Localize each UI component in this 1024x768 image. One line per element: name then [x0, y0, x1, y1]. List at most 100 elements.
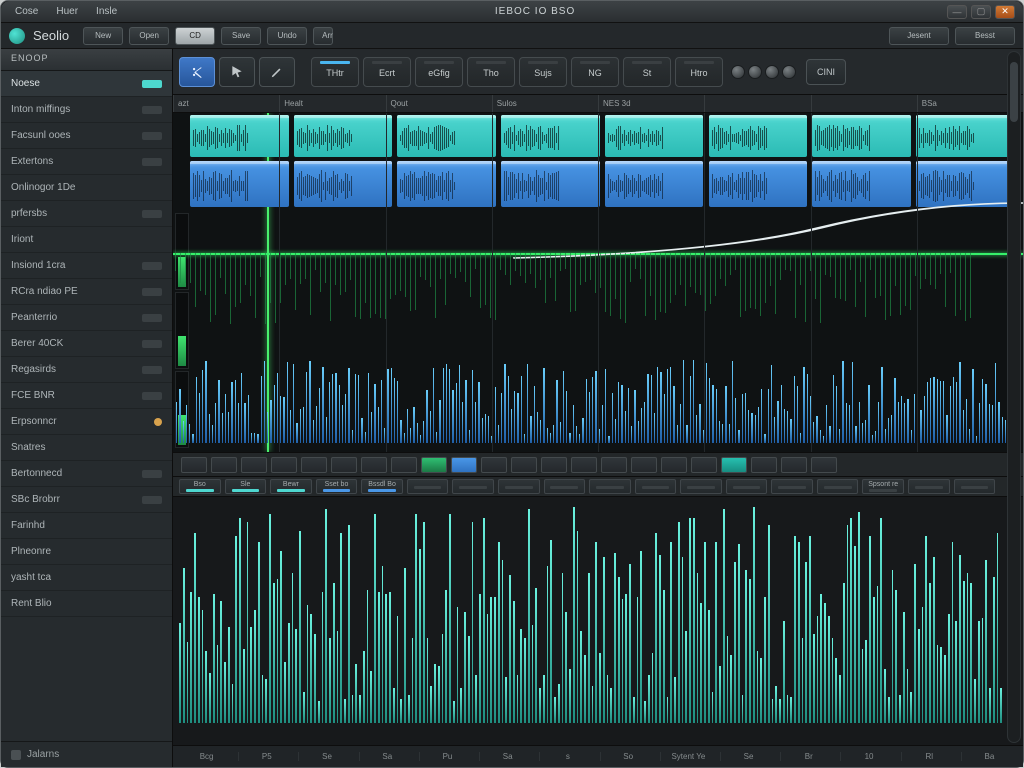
sidebar-item[interactable]: yasht tca — [1, 565, 172, 591]
transport-button[interactable] — [361, 457, 387, 473]
arrangement-view[interactable] — [173, 113, 1023, 453]
transport-button[interactable] — [181, 457, 207, 473]
transport-button[interactable] — [661, 457, 687, 473]
tool-cut-button[interactable] — [179, 57, 215, 87]
mixer-footer-cell[interactable]: Bcg — [179, 752, 234, 761]
transport-button[interactable] — [631, 457, 657, 473]
transport-button[interactable] — [601, 457, 627, 473]
mixer-channel-header[interactable]: Bso — [179, 479, 221, 494]
sidebar-item[interactable]: FCE BNR — [1, 383, 172, 409]
knob[interactable] — [748, 65, 762, 79]
tool-draw-button[interactable] — [259, 57, 295, 87]
knob[interactable] — [731, 65, 745, 79]
transport-button[interactable] — [721, 457, 747, 473]
mixer-channel-header[interactable] — [771, 479, 813, 494]
mixer-channel-header[interactable] — [908, 479, 950, 494]
mixer-footer-cell[interactable]: Pu — [419, 752, 475, 761]
transport-button[interactable] — [571, 457, 597, 473]
mixer-footer-cell[interactable]: Ba — [961, 752, 1017, 761]
view-tab[interactable]: THtr — [311, 57, 359, 87]
transport-button[interactable] — [781, 457, 807, 473]
sidebar-item[interactable]: Peanterrio — [1, 305, 172, 331]
mixer-channel-header[interactable]: Spsont re — [862, 479, 904, 494]
mixer-footer-cell[interactable]: P5 — [238, 752, 294, 761]
view-tab[interactable]: Ecrt — [363, 57, 411, 87]
knob[interactable] — [765, 65, 779, 79]
transport-button[interactable] — [241, 457, 267, 473]
sidebar-item[interactable]: RCra ndiao PE — [1, 279, 172, 305]
knob[interactable] — [782, 65, 796, 79]
sidebar-item[interactable]: Rent Blio — [1, 591, 172, 617]
sidebar-item[interactable]: prfersbs — [1, 201, 172, 227]
tool-open-button[interactable]: Open — [129, 27, 169, 45]
sidebar-item[interactable]: Snatres — [1, 435, 172, 461]
vertical-scrollbar[interactable] — [1007, 51, 1021, 743]
transport-button[interactable] — [511, 457, 537, 473]
mixer-channel-header[interactable] — [954, 479, 996, 494]
mixer-footer-cell[interactable]: s — [539, 752, 595, 761]
tool-mode-button[interactable]: CD — [175, 27, 215, 45]
sidebar-item[interactable]: SBc Brobrr — [1, 487, 172, 513]
mixer-footer-cell[interactable]: Sytent Ye — [660, 752, 716, 761]
sidebar-item[interactable]: Extertons — [1, 149, 172, 175]
mixer-channel-header[interactable]: Bssdl Bo — [361, 479, 403, 494]
view-tab[interactable]: eGfig — [415, 57, 463, 87]
audio-clip[interactable] — [709, 115, 808, 157]
tool-undo-button[interactable]: Undo — [267, 27, 307, 45]
transport-button[interactable] — [211, 457, 237, 473]
title-bar[interactable]: Cose Huer Insle IEBOC IO BSO — ▢ ✕ — [1, 1, 1023, 23]
audio-clip[interactable] — [294, 161, 393, 207]
mixer-footer-cell[interactable]: Br — [780, 752, 836, 761]
mixer-footer-cell[interactable]: Sa — [479, 752, 535, 761]
audio-clip[interactable] — [501, 115, 600, 157]
mixer-footer-cell[interactable]: Se — [720, 752, 776, 761]
transport-button[interactable] — [451, 457, 477, 473]
transport-button[interactable] — [481, 457, 507, 473]
menu-item[interactable]: Huer — [50, 5, 84, 18]
mixer-channel-header[interactable] — [726, 479, 768, 494]
menu-item[interactable]: Insle — [90, 5, 123, 18]
transport-button[interactable] — [541, 457, 567, 473]
sidebar-item[interactable]: Facsunl ooes — [1, 123, 172, 149]
mixer-channel-header[interactable] — [589, 479, 631, 494]
menu-item[interactable]: Cose — [9, 5, 44, 18]
tool-arrange-button[interactable]: Arr — [313, 27, 333, 45]
sidebar-item[interactable]: Berer 40CK — [1, 331, 172, 357]
view-tab[interactable]: Sujs — [519, 57, 567, 87]
sidebar-item[interactable]: Erpsonncr — [1, 409, 172, 435]
mixer-channel-header[interactable]: Sset bo — [316, 479, 358, 494]
minimize-button[interactable]: — — [947, 5, 967, 19]
sidebar-item[interactable]: Farinhd — [1, 513, 172, 539]
tool-save-button[interactable]: Save — [221, 27, 261, 45]
mixer-channel-header[interactable] — [498, 479, 540, 494]
mixer-channel-header[interactable] — [544, 479, 586, 494]
timeline-ruler[interactable]: azt Healt Qout Sulos NES 3d BSa — [173, 95, 1023, 113]
tool-new-button[interactable]: New — [83, 27, 123, 45]
audio-clip[interactable] — [294, 115, 393, 157]
scrollbar-thumb[interactable] — [1010, 62, 1018, 122]
transport-button[interactable] — [421, 457, 447, 473]
view-tab[interactable]: NG — [571, 57, 619, 87]
mixer-footer-cell[interactable]: So — [600, 752, 656, 761]
sidebar-item[interactable]: Regasirds — [1, 357, 172, 383]
transport-button[interactable] — [751, 457, 777, 473]
audio-clip[interactable] — [916, 115, 1015, 157]
transport-button[interactable] — [331, 457, 357, 473]
sidebar-item[interactable]: Bertonnecd — [1, 461, 172, 487]
sidebar-item[interactable]: Insiond 1cra — [1, 253, 172, 279]
mixer-footer-cell[interactable]: 10 — [840, 752, 896, 761]
mixer-channel-header[interactable] — [817, 479, 859, 494]
view-tab[interactable]: Htro — [675, 57, 723, 87]
view-tab[interactable]: Tho — [467, 57, 515, 87]
mixer-footer-cell[interactable]: Sa — [359, 752, 415, 761]
transport-button[interactable] — [301, 457, 327, 473]
audio-clip[interactable] — [190, 115, 289, 157]
tool-pointer-button[interactable] — [219, 57, 255, 87]
transport-button[interactable] — [811, 457, 837, 473]
close-button[interactable]: ✕ — [995, 5, 1015, 19]
audio-clip[interactable] — [605, 115, 704, 157]
sidebar-item[interactable]: Iriont — [1, 227, 172, 253]
sidebar-item[interactable]: Noese — [1, 71, 172, 97]
play-button[interactable]: CINI — [806, 59, 846, 85]
audio-clip[interactable] — [397, 115, 496, 157]
